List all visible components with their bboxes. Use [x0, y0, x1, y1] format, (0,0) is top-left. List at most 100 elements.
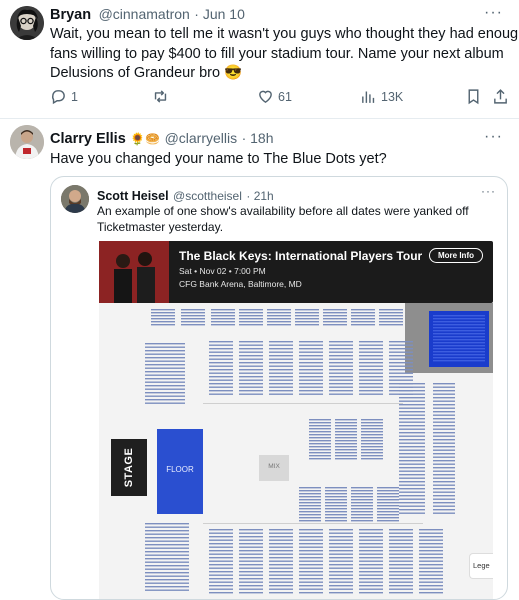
lower-section — [359, 351, 383, 353]
lower-section — [389, 341, 413, 343]
floor-seats — [361, 446, 383, 448]
lower-section — [299, 393, 323, 395]
lower-section — [209, 574, 233, 576]
upper-section — [181, 318, 205, 320]
reply-button[interactable]: 1 — [50, 88, 78, 105]
seat-map[interactable]: STAGE FLOOR MIX Lege — [99, 303, 493, 599]
floor-seats — [377, 487, 399, 489]
more-icon[interactable]: ··· — [484, 128, 503, 146]
lower-section — [239, 344, 263, 346]
author-handle[interactable]: @scottheisel — [173, 189, 242, 203]
author-handle[interactable]: @cinnamatron — [99, 6, 190, 22]
floor-seats — [351, 496, 373, 498]
lower-section — [359, 386, 383, 388]
more-info-button[interactable]: More Info — [429, 248, 483, 263]
lower-section — [419, 557, 443, 559]
floor-seats — [299, 505, 321, 507]
side-section — [399, 477, 425, 479]
lower-section — [299, 355, 323, 357]
author-handle[interactable]: @clarryellis — [165, 130, 238, 146]
avatar-clarry[interactable] — [10, 125, 44, 159]
lower-section — [329, 386, 353, 388]
lower-section — [419, 567, 443, 569]
tweet-text: An example of one show's availability be… — [97, 203, 469, 235]
lower-section — [389, 557, 413, 559]
upper-section — [379, 324, 403, 326]
side-section — [433, 495, 455, 497]
bookmark-button[interactable] — [465, 88, 482, 105]
more-icon[interactable]: ··· — [484, 4, 503, 22]
side-section — [433, 411, 455, 413]
upper-section — [323, 315, 347, 317]
lower-section — [239, 358, 263, 360]
floor-seats — [377, 508, 399, 510]
lower-section — [299, 546, 323, 548]
upper-section — [323, 321, 347, 323]
side-section — [399, 383, 425, 385]
more-icon[interactable]: ··· — [481, 184, 496, 198]
lower-section — [269, 557, 293, 559]
lower-section — [269, 585, 293, 587]
lower-section — [329, 553, 353, 555]
lower-section — [269, 362, 293, 364]
floor-section[interactable]: FLOOR — [157, 429, 203, 514]
lower-section — [329, 581, 353, 583]
lower-section — [329, 351, 353, 353]
side-section — [145, 371, 185, 373]
side-section — [145, 558, 189, 560]
lower-section — [209, 560, 233, 562]
side-section — [145, 374, 185, 376]
legend-button[interactable]: Lege — [469, 553, 493, 579]
avatar-bryan[interactable] — [10, 6, 44, 40]
lower-section — [269, 588, 293, 590]
available-seats — [433, 336, 485, 338]
lower-section — [359, 546, 383, 548]
lower-section — [299, 588, 323, 590]
side-section — [433, 474, 455, 476]
like-button[interactable]: 61 — [257, 88, 292, 105]
lower-section — [239, 348, 263, 350]
tweet-text: Have you changed your name to The Blue D… — [50, 151, 387, 167]
author-name[interactable]: Clarry Ellis — [50, 131, 126, 147]
lower-section — [329, 546, 353, 548]
lower-section — [269, 383, 293, 385]
side-section — [399, 512, 425, 514]
side-section — [399, 502, 425, 504]
retweet-button[interactable] — [152, 88, 173, 105]
tweet-date[interactable]: · 18h — [242, 130, 274, 146]
tweet-date[interactable]: · 21h — [246, 189, 273, 203]
side-section — [433, 404, 455, 406]
available-seats — [433, 339, 485, 341]
upper-section — [323, 312, 347, 314]
lower-section — [329, 390, 353, 392]
tweet-date[interactable]: · Jun 10 — [194, 6, 245, 22]
side-section — [433, 481, 455, 483]
tweet-bryan[interactable]: Bryan @cinnamatron · Jun 10 ··· Wait, yo… — [0, 0, 519, 118]
quoted-tweet[interactable]: Scott Heisel @scottheisel · 21h ··· An e… — [50, 176, 508, 600]
upper-section — [239, 318, 263, 320]
lower-section — [389, 379, 413, 381]
lower-section — [239, 546, 263, 548]
side-section — [433, 446, 455, 448]
floor-seats — [309, 455, 331, 457]
author-name[interactable]: Bryan — [50, 7, 91, 23]
views-button[interactable]: 13K — [360, 88, 403, 105]
upper-section — [351, 324, 375, 326]
upper-section — [323, 309, 347, 311]
side-section — [399, 484, 425, 486]
avatar-scott[interactable] — [61, 185, 89, 213]
lower-section — [329, 539, 353, 541]
lower-section — [359, 571, 383, 573]
views-icon — [362, 91, 375, 103]
lower-section — [359, 560, 383, 562]
event-header: The Black Keys: International Players To… — [99, 241, 493, 303]
floor-seats — [351, 517, 373, 519]
lower-section — [269, 550, 293, 552]
floor-seats — [361, 422, 383, 424]
side-section — [145, 385, 185, 387]
share-button[interactable] — [492, 88, 509, 105]
side-section — [399, 439, 425, 441]
lower-section — [419, 588, 443, 590]
side-section — [399, 498, 425, 500]
author-name[interactable]: Scott Heisel — [97, 189, 169, 203]
